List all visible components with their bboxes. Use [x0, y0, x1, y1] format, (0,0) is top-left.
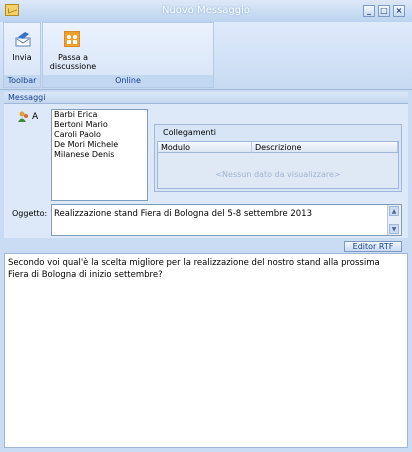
discussion-label-line2: discussione [49, 62, 97, 71]
window-title: Nuovo Messaggio [161, 5, 251, 16]
list-item[interactable]: Milanese Denis [52, 150, 147, 160]
online-group-label: Online [43, 75, 213, 87]
message-body-line1: Secondo voi qual'è la scelta migliore pe… [8, 258, 380, 268]
scroll-up-icon[interactable]: ▲ [389, 206, 399, 216]
maximize-button[interactable]: □ [378, 5, 390, 17]
subject-label: Oggetto: [12, 209, 48, 218]
message-form: A Barbi Erica Bertoni Mario Caroli Paolo… [4, 104, 408, 238]
list-item[interactable]: Bertoni Mario [52, 120, 147, 130]
message-body-line2: Fiera di Bologna di inizio settembre? [8, 270, 163, 280]
message-body-editor[interactable]: Secondo voi qual'è la scelta migliore pe… [4, 253, 408, 448]
list-item[interactable]: Caroli Paolo [52, 130, 147, 140]
send-button[interactable]: Invia [4, 25, 40, 63]
list-item[interactable]: De Mori Michele [52, 140, 147, 150]
message-body: Secondo voi qual'è la scelta migliore pe… [8, 257, 404, 281]
subject-field[interactable]: Realizzazione stand Fiera di Bologna del… [51, 204, 402, 236]
discussion-label-line1: Passa a [57, 53, 89, 62]
to-label: A [32, 112, 39, 122]
links-column-modulo[interactable]: Modulo [158, 142, 252, 153]
send-label: Invia [12, 53, 32, 62]
messaggi-section-header: Messaggi [4, 92, 408, 104]
links-group-label: Collegamenti [163, 128, 216, 137]
toolbar-group-label: Toolbar [4, 75, 40, 87]
ribbon: Invia Toolbar Passa a discussione Online [0, 22, 412, 90]
people-icon [18, 111, 28, 122]
send-icon [15, 32, 31, 47]
close-button[interactable]: × [393, 5, 405, 17]
subject-scrollbar[interactable]: ▲ ▼ [387, 205, 401, 235]
links-empty-message: <Nessun dato da visualizzare> [215, 170, 341, 179]
toolbar-group: Invia Toolbar [3, 22, 41, 88]
editor-toolbar: Editor RTF [4, 240, 408, 253]
links-column-descrizione[interactable]: Descrizione [252, 142, 398, 153]
recipients-list[interactable]: Barbi Erica Bertoni Mario Caroli Paolo D… [51, 109, 148, 201]
list-item[interactable]: Barbi Erica [52, 110, 147, 120]
links-grid[interactable]: Modulo Descrizione <Nessun dato da visua… [157, 141, 399, 189]
minimize-button[interactable]: _ [363, 5, 375, 17]
scroll-down-icon[interactable]: ▼ [389, 224, 399, 234]
rtf-editor-button[interactable]: Editor RTF [344, 241, 402, 252]
discussion-button[interactable]: Passa a discussione [47, 25, 99, 71]
links-group: Collegamenti Modulo Descrizione <Nessun … [154, 124, 402, 192]
discussion-icon [64, 31, 80, 47]
online-group: Passa a discussione Online [42, 22, 214, 88]
title-bar[interactable]: Nuovo Messaggio _ □ × [0, 0, 412, 23]
subject-value: Realizzazione stand Fiera di Bologna del… [54, 209, 313, 219]
